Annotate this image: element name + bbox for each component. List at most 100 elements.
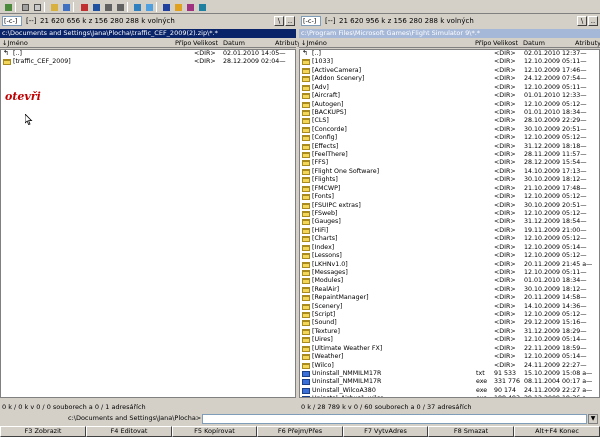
list-item[interactable]: [FMCWP] <DIR> 21.10.2009 17:48— — [300, 185, 599, 193]
list-item[interactable]: [Flights] <DIR> 30.10.2009 18:12— — [300, 176, 599, 184]
list-item[interactable]: Uninstal_Airbus1_wilco exe 188 493 29.12.20… — [300, 395, 599, 397]
cell-size: <DIR> — [494, 327, 516, 335]
cell-date: 15.10.2009 15:08 a— — [524, 369, 593, 377]
cell-size: <DIR> — [494, 176, 516, 184]
chevron-down-icon[interactable]: ▼ — [588, 414, 598, 424]
list-item[interactable]: [Concorde] <DIR> 30.10.2009 20:51— — [300, 126, 599, 134]
list-item[interactable]: [Ultimate Weather FX] <DIR> 22.11.2009 18:… — [300, 345, 599, 353]
folder-icon — [302, 101, 310, 108]
cell-date: 28.11.2009 11:57— — [524, 151, 587, 159]
list-item[interactable]: [Flight One Software] <DIR> 14.10.2009 17:… — [300, 168, 599, 176]
explorer-icon[interactable] — [172, 1, 183, 12]
root-dir-button[interactable]: \ — [274, 16, 284, 26]
forward-icon[interactable] — [114, 1, 125, 12]
column-size[interactable]: Velikost — [193, 39, 218, 48]
list-item[interactable]: [Addon Scenery] <DIR> 24.12.2009 07:54— — [300, 75, 599, 83]
list-item[interactable]: [Scenery] <DIR> 14.10.2009 14:36— — [300, 303, 599, 311]
column-date[interactable]: Datum — [223, 39, 245, 48]
left-file-list[interactable]: [..] <DIR> 02.01.2010 14:05— [traffic_CE… — [0, 49, 296, 398]
multirename-icon[interactable] — [184, 1, 195, 12]
column-ext[interactable]: Přípo — [475, 39, 491, 48]
brief-view-icon[interactable] — [19, 1, 30, 12]
list-item[interactable]: [traffic_CEF_2009] <DIR> 28.12.2009 02:0… — [1, 58, 295, 66]
cell-size: <DIR> — [494, 226, 516, 234]
list-item[interactable]: [Charts] <DIR> 12.10.2009 05:12— — [300, 235, 599, 243]
left-drive-select[interactable]: [-c-] — [2, 16, 22, 26]
list-item[interactable]: [BACKUPS] <DIR> 01.01.2010 18:34— — [300, 109, 599, 117]
list-item[interactable]: [RealAir] <DIR> 30.10.2009 18:12— — [300, 286, 599, 294]
list-item[interactable]: [LKHNv1.0] <DIR> 20.11.2009 21:45 a— — [300, 261, 599, 269]
column-name[interactable]: ↓Jméno — [301, 39, 327, 48]
folder-icon — [3, 59, 11, 66]
delete-button[interactable]: F8 Smazat — [428, 426, 514, 437]
sort-icon[interactable] — [60, 1, 71, 12]
list-item[interactable]: Uninstall_NMMILM17R txt 91 533 15.10.2009 1… — [300, 370, 599, 378]
right-path-bar[interactable]: c:\Program Files\Microsoft Games\Flight … — [299, 29, 600, 38]
edit-button[interactable]: F4 Editovat — [86, 426, 172, 437]
list-item[interactable]: [Fonts] <DIR> 12.10.2009 05:12— — [300, 193, 599, 201]
list-item[interactable]: [Aircraft] <DIR> 01.01.2010 12:33— — [300, 92, 599, 100]
list-item[interactable]: [Script] <DIR> 12.10.2009 05:12— — [300, 311, 599, 319]
right-drive-select[interactable]: [-c-] — [301, 16, 321, 26]
cell-name: [FSweb] — [312, 209, 338, 217]
ftp-new-icon[interactable] — [143, 1, 154, 12]
list-item[interactable]: Uninstall_NMMILM17R exe 331 776 08.11.2004 … — [300, 378, 599, 386]
left-status: 0 k / 0 k v 0 / 0 souborech a 0 / 1 adre… — [2, 403, 146, 411]
exit-button[interactable]: Alt+F4 Konec — [514, 426, 600, 437]
column-size[interactable]: Velikost — [493, 39, 518, 48]
list-item[interactable]: [Modules] <DIR> 01.01.2010 18:34— — [300, 277, 599, 285]
list-item[interactable]: [FeelThere] <DIR> 28.11.2009 11:57— — [300, 151, 599, 159]
parent-dir-button[interactable]: .. — [285, 16, 295, 26]
cell-name: [Scenery] — [312, 302, 343, 310]
list-item[interactable]: [CLS] <DIR> 28.10.2009 22:29— — [300, 117, 599, 125]
column-date[interactable]: Datum — [523, 39, 545, 48]
column-attr[interactable]: Atributy — [575, 39, 600, 48]
list-item[interactable]: Uninstall_WilcoA380 exe 90 174 24.11.2009 2… — [300, 387, 599, 395]
list-item[interactable]: [Index] <DIR> 12.10.2009 05:14— — [300, 244, 599, 252]
right-file-list[interactable]: [..] <DIR> 02.01.2010 12:37— [1033] <DIR> 12.… — [299, 49, 600, 398]
list-item[interactable]: [1033] <DIR> 12.10.2009 05:11— — [300, 58, 599, 66]
list-item[interactable]: [Weather] <DIR> 12.10.2009 05:14— — [300, 353, 599, 361]
notepad-icon[interactable] — [160, 1, 171, 12]
sync-icon[interactable] — [196, 1, 207, 12]
list-item[interactable]: [Autogen] <DIR> 12.10.2009 05:12— — [300, 101, 599, 109]
root-dir-button[interactable]: \ — [577, 16, 587, 26]
cell-name: [LKHNv1.0] — [312, 260, 348, 268]
list-item[interactable]: [Uires] <DIR> 12.10.2009 05:14— — [300, 336, 599, 344]
parent-dir-button[interactable]: .. — [588, 16, 598, 26]
list-item[interactable]: [Effects] <DIR> 31.12.2009 18:18— — [300, 143, 599, 151]
list-item[interactable]: [RepaintManager] <DIR> 20.11.2009 14:58— — [300, 294, 599, 302]
list-item[interactable]: [Gauges] <DIR> 31.12.2009 18:54— — [300, 218, 599, 226]
column-attr[interactable]: Atributy — [275, 39, 301, 48]
refresh-icon[interactable] — [2, 1, 13, 12]
list-item[interactable]: [Adv] <DIR> 12.10.2009 05:11— — [300, 84, 599, 92]
cell-name: [Adv] — [312, 83, 329, 91]
list-item[interactable]: [Messages] <DIR> 12.10.2009 05:11— — [300, 269, 599, 277]
pack-icon[interactable] — [78, 1, 89, 12]
mkdir-button[interactable]: F7 VytvAdres — [343, 426, 428, 437]
list-item[interactable]: [HiFi] <DIR> 19.11.2009 21:00— — [300, 227, 599, 235]
ftp-connect-icon[interactable] — [131, 1, 142, 12]
tree-icon[interactable] — [48, 1, 59, 12]
unpack-icon[interactable] — [90, 1, 101, 12]
list-item[interactable]: [FFS] <DIR> 28.12.2009 15:54— — [300, 159, 599, 167]
move-button[interactable]: F6 Přejm/Přes — [257, 426, 343, 437]
list-item[interactable]: [..] <DIR> 02.01.2010 14:05— — [1, 50, 295, 58]
view-button[interactable]: F3 Zobrazit — [0, 426, 86, 437]
column-name[interactable]: ↓Jméno — [2, 39, 28, 48]
list-item[interactable]: [FSweb] <DIR> 12.10.2009 05:12— — [300, 210, 599, 218]
list-item[interactable]: [FSUIPC extras] <DIR> 30.10.2009 20:51— — [300, 202, 599, 210]
list-item[interactable]: [Config] <DIR> 12.10.2009 05:12— — [300, 134, 599, 142]
list-item[interactable]: [Sound] <DIR> 29.12.2009 15:16— — [300, 319, 599, 327]
command-input[interactable] — [202, 414, 587, 424]
copy-button[interactable]: F5 Kopírovat — [172, 426, 257, 437]
full-view-icon[interactable] — [31, 1, 42, 12]
list-item[interactable]: [Wilco] <DIR> 24.11.2009 22:27— — [300, 362, 599, 370]
list-item[interactable]: [Lessons] <DIR> 12.10.2009 05:12— — [300, 252, 599, 260]
back-icon[interactable] — [102, 1, 113, 12]
list-item[interactable]: [..] <DIR> 02.01.2010 12:37— — [300, 50, 599, 58]
column-ext[interactable]: Přípo — [175, 39, 191, 48]
list-item[interactable]: [Texture] <DIR> 31.12.2009 18:29— — [300, 328, 599, 336]
list-item[interactable]: [ActiveCamera] <DIR> 12.10.2009 17:46— — [300, 67, 599, 75]
left-path-bar[interactable]: c:\Documents and Settings\Jana\Plocha\tr… — [0, 29, 296, 38]
